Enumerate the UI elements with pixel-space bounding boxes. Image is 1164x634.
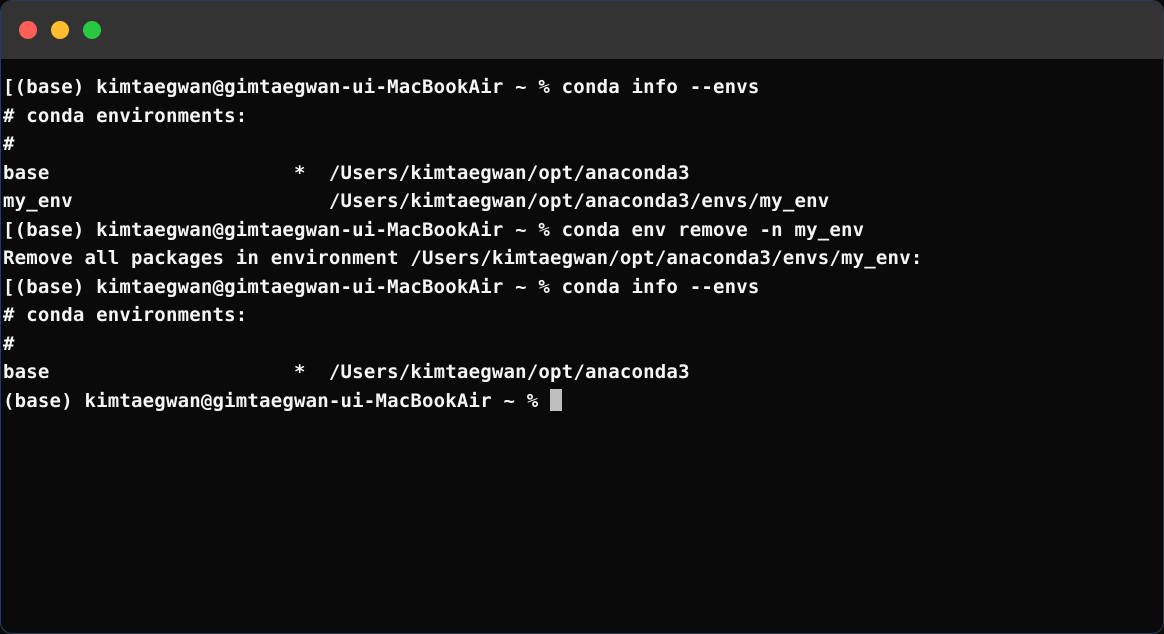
output-line: # <box>3 330 1163 359</box>
output-line: # <box>3 130 1163 159</box>
cursor-icon <box>550 389 562 411</box>
command-text: conda info --envs <box>562 276 760 298</box>
output-line: # conda environments: <box>3 102 1163 131</box>
env-row: base * /Users/kimtaegwan/opt/anaconda3 <box>3 159 1163 188</box>
prompt-line-active: (base) kimtaegwan@gimtaegwan-ui-MacBookA… <box>3 387 1163 416</box>
env-name: base <box>3 361 50 383</box>
window-titlebar <box>1 1 1163 59</box>
prompt-line: [(base) kimtaegwan@gimtaegwan-ui-MacBook… <box>3 73 1163 102</box>
env-path: /Users/kimtaegwan/opt/anaconda3 <box>329 162 690 184</box>
minimize-icon[interactable] <box>51 21 69 39</box>
env-row: my_env /Users/kimtaegwan/opt/anaconda3/e… <box>3 187 1163 216</box>
output-line: # conda environments: <box>3 301 1163 330</box>
prompt-prefix: [(base) kimtaegwan@gimtaegwan-ui-MacBook… <box>3 276 562 298</box>
env-path: /Users/kimtaegwan/opt/anaconda3 <box>329 361 690 383</box>
close-icon[interactable] <box>19 21 37 39</box>
env-active: * <box>294 162 306 184</box>
output-line: Remove all packages in environment /User… <box>3 244 1163 273</box>
env-active: * <box>294 361 306 383</box>
terminal-content[interactable]: [(base) kimtaegwan@gimtaegwan-ui-MacBook… <box>1 59 1163 415</box>
maximize-icon[interactable] <box>83 21 101 39</box>
prompt-line: [(base) kimtaegwan@gimtaegwan-ui-MacBook… <box>3 216 1163 245</box>
env-active <box>294 190 306 212</box>
env-name: my_env <box>3 190 73 212</box>
env-path: /Users/kimtaegwan/opt/anaconda3/envs/my_… <box>329 190 829 212</box>
prompt-prefix: [(base) kimtaegwan@gimtaegwan-ui-MacBook… <box>3 76 562 98</box>
prompt-prefix: (base) kimtaegwan@gimtaegwan-ui-MacBookA… <box>3 390 550 412</box>
prompt-line: [(base) kimtaegwan@gimtaegwan-ui-MacBook… <box>3 273 1163 302</box>
prompt-prefix: [(base) kimtaegwan@gimtaegwan-ui-MacBook… <box>3 219 562 241</box>
env-name: base <box>3 162 50 184</box>
env-row: base * /Users/kimtaegwan/opt/anaconda3 <box>3 358 1163 387</box>
command-text: conda info --envs <box>562 76 760 98</box>
command-text: conda env remove -n my_env <box>562 219 865 241</box>
